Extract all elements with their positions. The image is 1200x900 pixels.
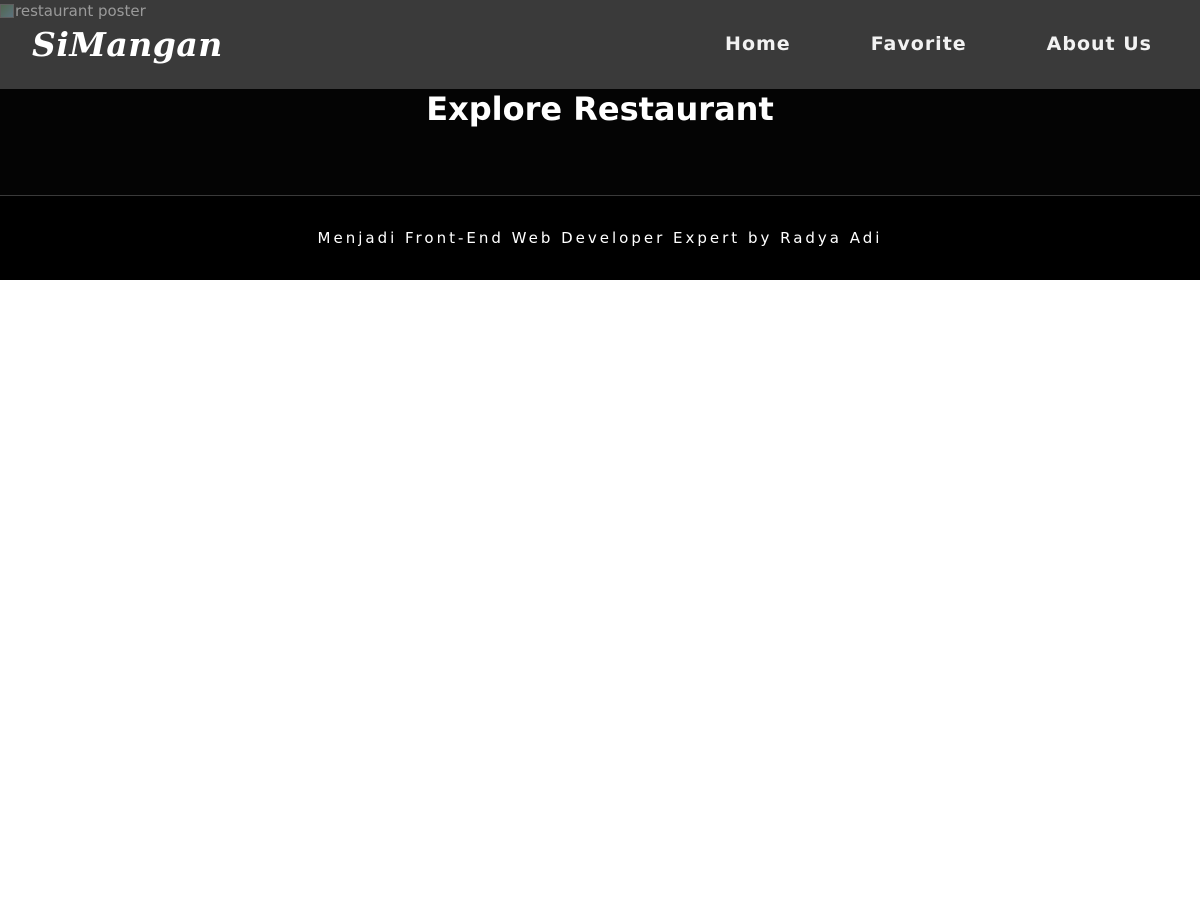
page-footer: Menjadi Front-End Web Developer Expert b… [0,196,1200,280]
footer-credit: Menjadi Front-End Web Developer Expert b… [317,229,883,247]
main-content: Explore Restaurant [0,89,1200,195]
main-nav: Home Favorite About Us [725,28,1152,60]
broken-image-icon [0,4,14,18]
nav-favorite-link[interactable]: Favorite [871,28,967,60]
nav-home-link[interactable]: Home [725,28,791,60]
brand-logo[interactable]: SiMangan [32,22,223,68]
nav-about-us-link[interactable]: About Us [1047,28,1152,60]
page-title: Explore Restaurant [426,90,774,128]
app-header: restaurant poster SiMangan Home Favorite… [0,0,1200,89]
poster-alt-text: restaurant poster [15,2,146,20]
restaurant-poster-image: restaurant poster [0,0,146,22]
